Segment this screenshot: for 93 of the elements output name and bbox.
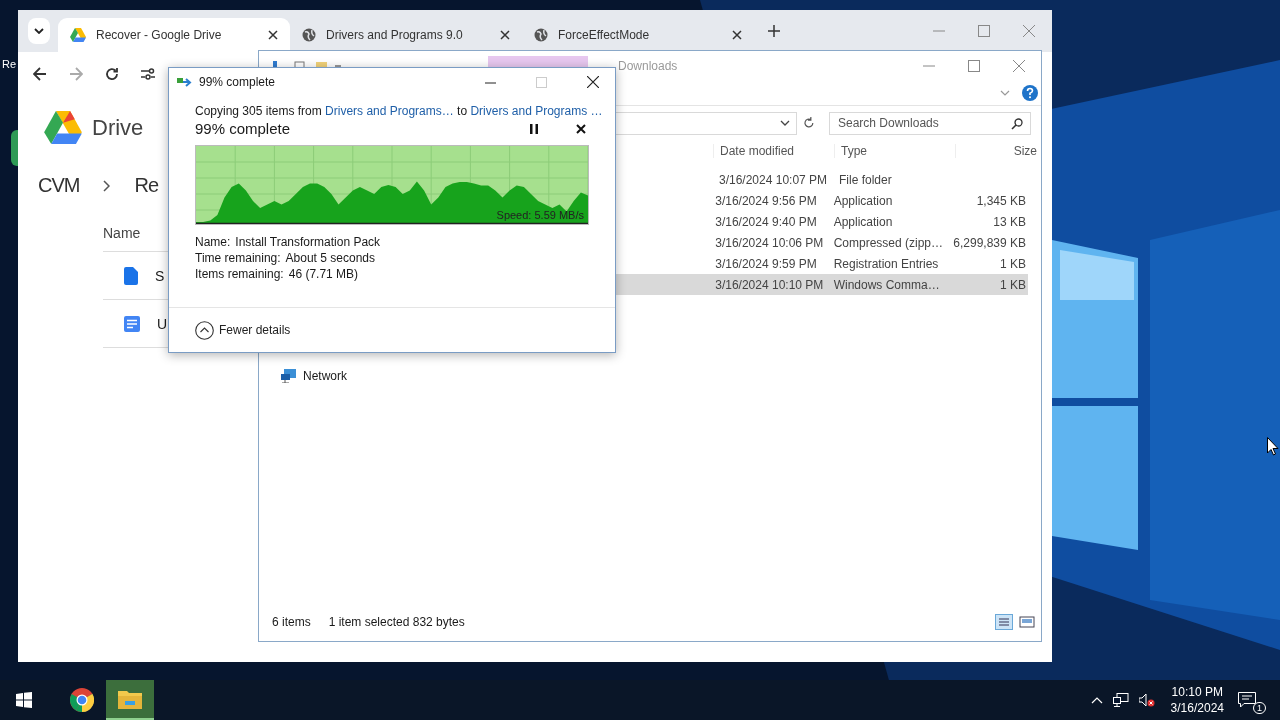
item-count: 6 items: [272, 615, 311, 629]
notification-count: 1: [1253, 702, 1266, 714]
column-header[interactable]: Type: [834, 144, 955, 158]
dialog-title: 99% complete: [199, 75, 276, 89]
table-cell-text: File folder: [838, 172, 893, 187]
table-cell-text: 3/16/2024 9:56 PM: [714, 193, 818, 208]
thumbnail-view-icon[interactable]: [1019, 615, 1035, 629]
file-name[interactable]: S: [155, 267, 165, 284]
table-cell-text: 1 KB: [999, 277, 1027, 292]
desktop-icon-label[interactable]: Re: [2, 58, 17, 70]
table-cell-text: Application: [832, 214, 894, 229]
fewer-details-button[interactable]: Fewer details: [195, 320, 291, 340]
column-header[interactable]: Date modified: [713, 144, 834, 158]
detail-label: Name:: [195, 235, 231, 251]
refresh-icon[interactable]: [803, 117, 815, 129]
progress-heading: 99% complete: [195, 120, 291, 137]
folder-icon: [118, 689, 142, 709]
windows-logo-icon[interactable]: [16, 692, 32, 708]
table-cell-text: 13 KB: [992, 214, 1027, 229]
file-name[interactable]: U: [157, 315, 168, 332]
reload-icon[interactable]: [105, 66, 119, 81]
table-cell-text: Registration Entries: [832, 256, 940, 271]
table-cell-text: Windows Comma…: [832, 277, 941, 292]
maximize-icon[interactable]: [978, 25, 990, 37]
breadcrumb-item[interactable]: Re: [134, 174, 159, 197]
table-cell-text: Application: [832, 193, 894, 208]
new-tab-icon[interactable]: [768, 25, 780, 37]
table-cell-text: 3/16/2024 10:07 PM: [718, 172, 829, 187]
network-icon: [281, 369, 297, 383]
source-link[interactable]: Drivers and Programs…: [325, 104, 454, 118]
product-name: Drive: [92, 114, 144, 141]
table-cell-text: 1 KB: [999, 256, 1027, 271]
detail-value: 46 (7.71 MB): [288, 267, 359, 283]
table-cell-text: 3/16/2024 10:10 PM: [714, 277, 825, 292]
close-icon[interactable]: [732, 30, 742, 40]
chevron-down-icon[interactable]: [780, 120, 791, 126]
browser-tab[interactable]: ForceEffectMode: [522, 18, 754, 52]
cancel-icon[interactable]: [576, 123, 586, 134]
detail-value: About 5 seconds: [285, 251, 375, 267]
document-icon: [124, 315, 140, 332]
globe-icon: [534, 28, 548, 42]
breadcrumb-item[interactable]: CVM: [38, 174, 80, 197]
clock-time[interactable]: 10:10 PM: [1171, 684, 1223, 700]
chevron-up-icon: [195, 320, 214, 340]
cursor-icon: [1267, 437, 1279, 456]
globe-icon: [302, 28, 316, 42]
close-icon[interactable]: [587, 76, 599, 88]
detail-value: Install Transformation Pack: [235, 235, 381, 251]
table-cell-text: 1,345 KB: [975, 193, 1027, 208]
nav-item[interactable]: Network: [303, 369, 347, 383]
tab-title: Drivers and Programs 9.0: [326, 28, 464, 42]
chevron-up-icon[interactable]: [1090, 696, 1103, 704]
pause-icon[interactable]: [530, 123, 538, 134]
file-icon: [124, 266, 138, 285]
chrome-logo-icon: [70, 688, 94, 712]
help-icon[interactable]: [1022, 85, 1038, 101]
table-cell-text: 3/16/2024 9:40 PM: [714, 214, 818, 229]
search-field[interactable]: Search Downloads: [829, 111, 1031, 135]
column-header[interactable]: Size: [955, 144, 1039, 158]
table-cell-text: 3/16/2024 10:06 PM: [714, 235, 825, 250]
message-icon: [1238, 692, 1256, 708]
browser-tab[interactable]: Drivers and Programs 9.0: [290, 18, 522, 52]
close-icon[interactable]: [500, 30, 510, 40]
close-icon[interactable]: [268, 30, 278, 40]
tab-list-button[interactable]: [28, 18, 50, 44]
speed-label: Speed: 5.59 MB/s: [496, 209, 584, 221]
tab-title: Recover - Google Drive: [96, 28, 223, 42]
table-cell-text: 6,299,839 KB: [952, 235, 1027, 250]
muted-speaker-icon[interactable]: [1138, 693, 1155, 707]
detail-label: Items remaining:: [195, 267, 284, 283]
network-icon[interactable]: [1112, 693, 1129, 707]
details-view-icon[interactable]: [995, 614, 1013, 630]
detail-label: Time remaining:: [195, 251, 281, 267]
table-cell-text: Compressed (zipp…: [832, 235, 945, 250]
table-cell-text: 3/16/2024 9:59 PM: [714, 256, 818, 271]
chevron-down-icon: [34, 28, 44, 34]
notification-button[interactable]: 1: [1238, 687, 1264, 713]
browser-tab[interactable]: Recover - Google Drive: [58, 18, 290, 52]
copy-icon: [177, 77, 193, 87]
drive-logo-icon[interactable]: [44, 111, 82, 144]
drive-logo-icon: [70, 28, 86, 42]
maximize-icon[interactable]: [968, 60, 980, 72]
search-icon: [1011, 117, 1023, 130]
tab-title: ForceEffectMode: [558, 28, 651, 42]
clock-date[interactable]: 3/16/2024: [1170, 700, 1224, 716]
back-arrow-icon[interactable]: [33, 66, 47, 81]
window-title: Downloads: [618, 59, 678, 73]
maximize-icon: [536, 76, 547, 88]
selection-info: 1 item selected 832 bytes: [328, 615, 465, 629]
file-explorer-taskbar-button[interactable]: [106, 680, 154, 720]
site-settings-icon[interactable]: [141, 67, 155, 80]
chevron-right-icon: [103, 179, 111, 192]
destination-link[interactable]: Drivers and Programs …: [470, 104, 603, 118]
